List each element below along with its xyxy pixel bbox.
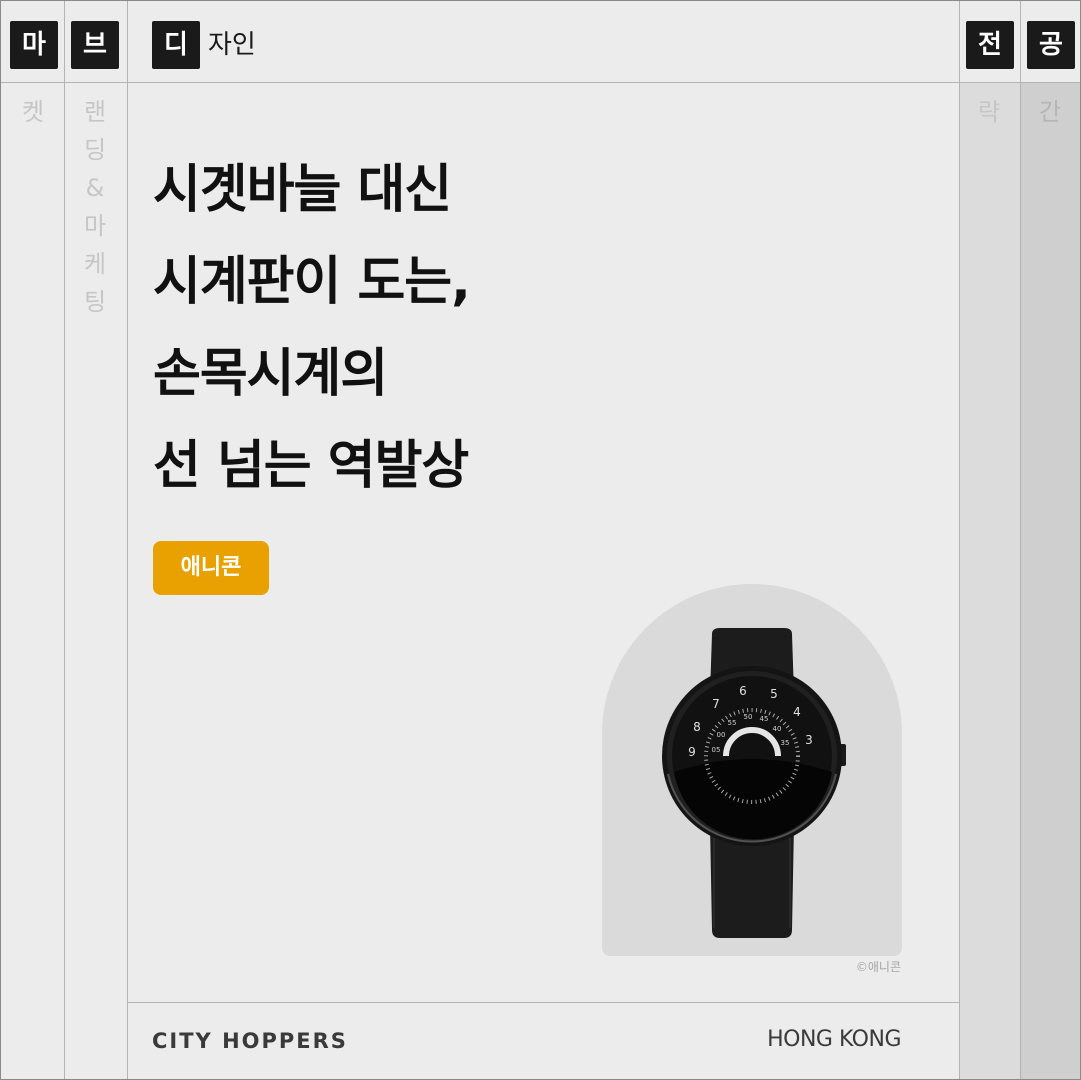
vertical-text-col3: 략 [959,93,1019,131]
vertical-text-col1: 켓 [3,93,63,131]
vertical-char: 팅 [83,288,107,316]
tag-left-3: 디 [152,21,200,69]
vertical-char: 마 [83,212,107,240]
title-line: 시곗바늘 대신 [153,160,452,220]
right-column-bg-1 [959,83,1020,1079]
vertical-char: 딩 [83,136,107,164]
card-frame: 마 브 디 자인 전 공 켓 랜 딩 & 마 케 팅 략 간 시곗바늘 대신 시… [0,0,1081,1080]
product-image-frame: 9 8 7 6 5 4 3 05 00 55 50 45 40 35 [602,584,902,956]
watch-minute-label: 50 [744,713,753,721]
watch-minute-label: 35 [781,739,790,747]
title-line: 시계판이 도는, [153,252,471,312]
vertical-text-col2: 랜 딩 & 마 케 팅 [65,93,125,321]
watch-minute-label: 55 [728,719,737,727]
tag-right-2: 공 [1027,21,1075,69]
vertical-char: 케 [83,250,107,278]
city-hoppers-logo: CITY HOPPERS [152,1029,348,1053]
watch-minute-label: 45 [760,715,769,723]
watch-hour-label: 7 [712,697,720,711]
tag-left-1: 마 [10,21,58,69]
tag-right-1: 전 [966,21,1014,69]
watch-minute-label: 05 [712,746,721,754]
watch-minute-label: 40 [773,725,782,733]
title-line: 손목시계의 [153,344,388,404]
watch-hour-label: 8 [693,720,701,734]
header-divider [1,82,1080,83]
grid-line [1020,1,1021,1079]
grid-line [127,1,128,1079]
watch-hour-label: 6 [739,684,747,698]
vertical-char: 랜 [83,98,107,126]
watch-hour-label: 5 [770,687,778,701]
title-line: 선 넘는 역발상 [153,436,469,496]
watch-hour-label: 3 [805,733,813,747]
vertical-char: 켓 [21,98,45,126]
vertical-text-col4: 간 [1020,93,1080,131]
tag-left-2: 브 [71,21,119,69]
watch-image: 9 8 7 6 5 4 3 05 00 55 50 45 40 35 [662,628,846,938]
image-credit: ©애니콘 [855,960,901,974]
vertical-char: 략 [977,98,1001,126]
brand-badge: 애니콘 [153,541,269,595]
vertical-char: & [85,174,105,202]
watch-minute-label: 00 [717,731,726,739]
article-title: 시곗바늘 대신 시계판이 도는, 손목시계의 선 넘는 역발상 [153,144,471,512]
grid-line [959,1,960,1079]
vertical-char: 간 [1038,98,1062,126]
footer-divider [127,1002,959,1003]
location-label: HONG KONG [767,1027,901,1052]
watch-hour-label: 4 [793,705,801,719]
watch-hour-label: 9 [688,745,696,759]
right-column-bg-2 [1020,83,1080,1079]
category-text: 자인 [208,30,256,60]
